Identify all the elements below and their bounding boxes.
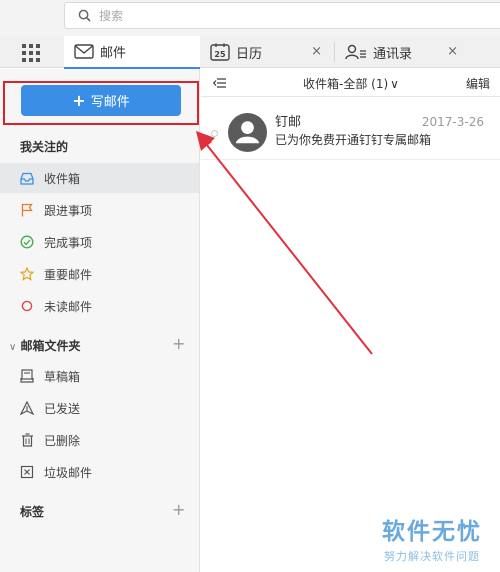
section-title-follow: 我关注的 [20,140,69,154]
flag-icon [20,203,34,217]
draft-icon [20,369,34,383]
contacts-icon [345,44,366,60]
inbox-icon [20,171,34,185]
compose-highlight-box: + 写邮件 [3,81,199,125]
sidebar-item-label: 收件箱 [44,171,81,186]
tab-mail[interactable]: 邮件 [64,36,200,69]
sidebar-item-label: 完成事项 [44,235,93,250]
mail-list-header: 收件箱-全部 (1) ∨ 编辑 [201,69,500,97]
mail-sender: 钉邮 [275,115,302,130]
sidebar: + 写邮件 我关注的 收件箱 跟进事项 完成事项 重要邮件 未读邮件 ∨ 邮箱文… [0,69,200,572]
avatar [228,113,267,152]
edit-button[interactable]: 编辑 [466,75,490,92]
sidebar-item-label: 草稿箱 [44,369,81,384]
sidebar-item-spam[interactable]: 垃圾邮件 [0,457,199,487]
top-bar [0,0,500,36]
search-icon [78,9,91,22]
mail-subject: 已为你免费开通钉钉专属邮箱 [275,133,432,147]
compose-button[interactable]: + 写邮件 [21,85,181,116]
add-folder-icon[interactable]: + [172,334,185,353]
sidebar-item-label: 已删除 [44,433,81,448]
check-circle-icon [20,235,34,249]
collapse-sidebar-icon[interactable] [213,76,227,90]
folder-selector-label: 收件箱-全部 (1) [303,77,389,91]
calendar-icon: 25 [210,43,230,61]
sidebar-item-label: 未读邮件 [44,299,93,314]
mail-list-item[interactable]: 钉邮 2017-3-26 已为你免费开通钉钉专属邮箱 [201,98,500,160]
sidebar-item-follow-up[interactable]: 跟进事项 [0,195,199,225]
sidebar-item-label: 跟进事项 [44,203,93,218]
plus-icon: + [72,91,86,110]
chevron-down-icon: ∨ [390,77,399,91]
tab-contacts-label: 通讯录 [373,46,413,62]
watermark-subtitle: 努力解决软件问题 [384,550,480,563]
folder-selector[interactable]: 收件箱-全部 (1) ∨ [303,75,399,92]
section-title-folders-label: 邮箱文件夹 [20,339,81,353]
mail-icon [74,44,94,59]
watermark: 软件无忧 努力解决软件问题 [372,512,492,564]
sidebar-item-sent[interactable]: 已发送 [0,393,199,423]
star-icon [20,267,34,281]
tab-calendar-close-icon[interactable]: × [311,44,322,59]
search-input[interactable] [99,6,479,25]
watermark-title: 软件无忧 [382,519,482,545]
tab-bar: 邮件 25 日历 × 通讯录 × [0,36,500,69]
sidebar-item-drafts[interactable]: 草稿箱 [0,361,199,391]
section-title-folders[interactable]: ∨ 邮箱文件夹 [9,337,81,354]
sidebar-item-important[interactable]: 重要邮件 [0,259,199,289]
tab-contacts-close-icon[interactable]: × [447,44,458,59]
section-title-tags: 标签 [20,505,45,519]
sidebar-item-deleted[interactable]: 已删除 [0,425,199,455]
tab-mail-label: 邮件 [100,46,127,61]
tab-contacts[interactable]: 通讯录 × [335,36,470,68]
sidebar-item-label: 重要邮件 [44,267,93,282]
add-tag-icon[interactable]: + [172,500,185,519]
sidebar-item-label: 垃圾邮件 [44,465,93,480]
compose-label: 写邮件 [90,95,130,110]
unread-dot-icon [211,130,218,137]
apps-grid-icon[interactable] [22,44,40,62]
sidebar-item-inbox[interactable]: 收件箱 [0,163,199,193]
sidebar-item-label: 已发送 [44,401,81,416]
svg-text:25: 25 [214,50,226,59]
sent-icon [20,401,34,415]
chevron-down-icon: ∨ [9,342,17,353]
search-box[interactable] [64,2,500,29]
unread-circle-icon [20,299,34,313]
spam-icon [20,465,34,479]
sidebar-item-unread[interactable]: 未读邮件 [0,291,199,321]
tab-calendar-label: 日历 [236,46,263,62]
trash-icon [20,433,34,447]
tab-calendar[interactable]: 25 日历 × [200,36,334,68]
mail-date: 2017-3-26 [421,115,484,129]
sidebar-item-done[interactable]: 完成事项 [0,227,199,257]
